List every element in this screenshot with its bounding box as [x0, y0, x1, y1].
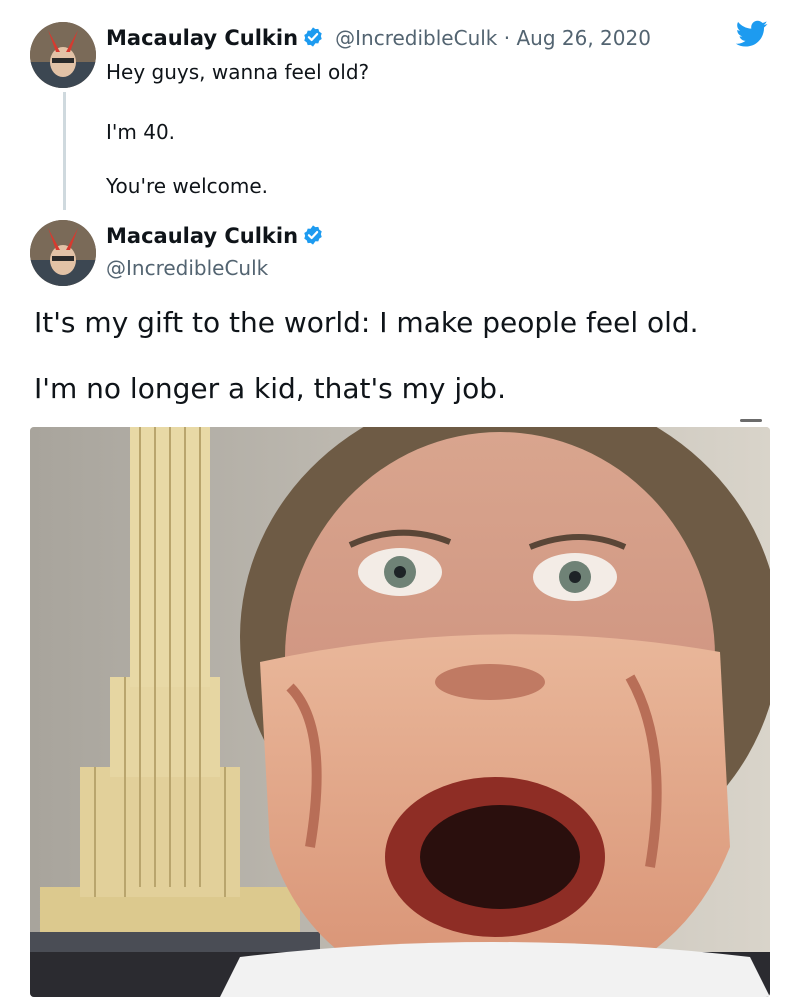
verified-badge-icon — [304, 225, 322, 245]
author-handle[interactable]: @IncredibleCulk — [106, 256, 268, 280]
author-handle-and-date[interactable]: @IncredibleCulk · Aug 26, 2020 — [335, 26, 651, 50]
author-name[interactable]: Macaulay Culkin — [106, 26, 298, 50]
verified-badge-icon — [304, 27, 322, 47]
tweet-2-text-line-1: It's my gift to the world: I make people… — [34, 306, 699, 339]
tweet-1-header: Macaulay Culkin @IncredibleCulk · Aug 26… — [106, 26, 651, 50]
tweet-2-author-row: Macaulay Culkin — [106, 224, 324, 248]
separator-dash — [740, 419, 762, 422]
avatar[interactable] — [30, 22, 96, 88]
tweet-1-line-3: You're welcome. — [106, 174, 269, 198]
avatar[interactable] — [30, 220, 96, 286]
tweet-1-line-2: I'm 40. — [106, 120, 176, 144]
tweet-2-text-line-2: I'm no longer a kid, that's my job. — [34, 372, 506, 405]
tweet-photo[interactable] — [30, 427, 770, 997]
avatar-image — [30, 22, 96, 88]
twitter-bird-icon — [736, 20, 768, 47]
avatar-image — [30, 220, 96, 286]
thread-connector-line — [63, 92, 66, 210]
tweet-1-line-1: Hey guys, wanna feel old? — [106, 60, 370, 84]
photo-illustration — [30, 427, 770, 997]
author-name[interactable]: Macaulay Culkin — [106, 224, 298, 248]
